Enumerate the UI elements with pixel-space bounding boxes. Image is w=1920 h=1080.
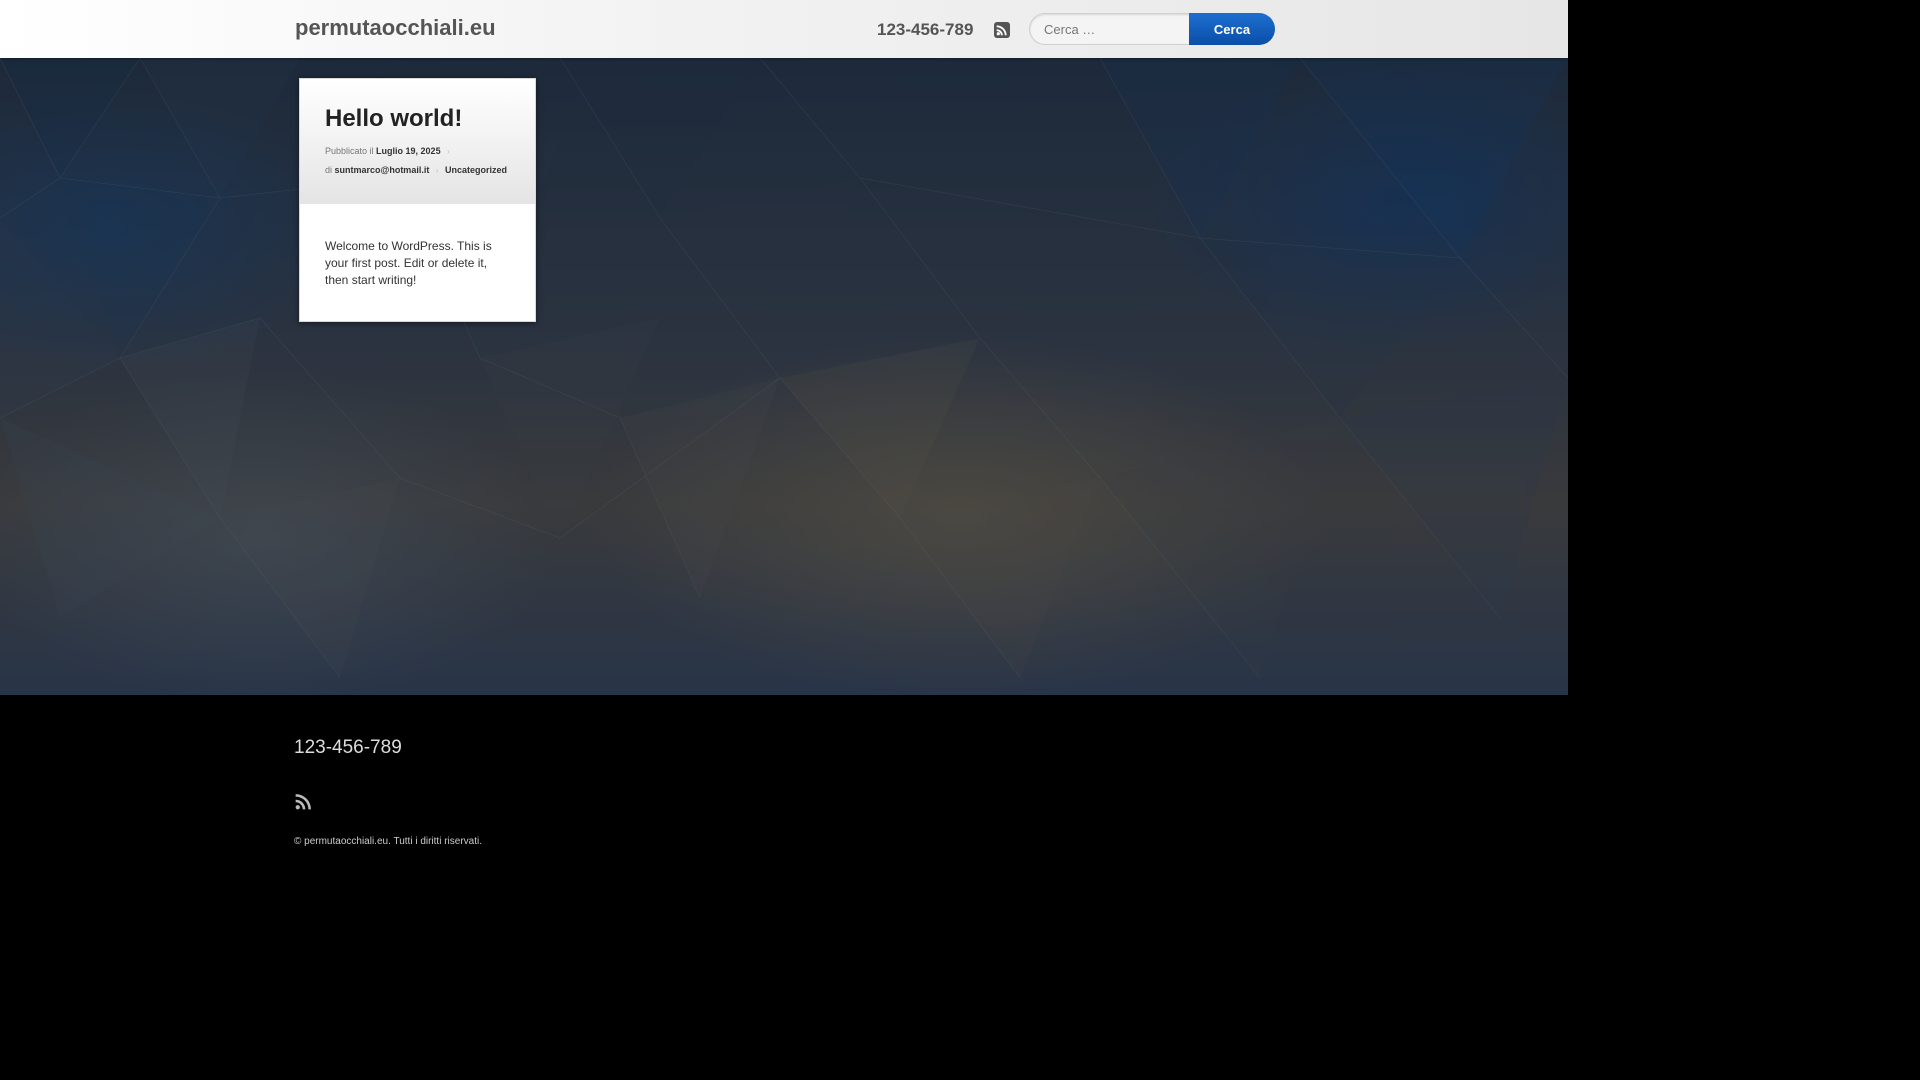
post-meta-author: di suntmarco@hotmail.it › Uncategorized [325,165,507,175]
author-prefix: di [325,165,333,175]
post-header: Hello world! Pubblicato il Luglio 19, 20… [300,79,535,204]
rss-icon[interactable] [295,793,312,810]
site-header: permutaocchiali.eu 123-456-789 Cerca [0,0,1568,58]
search-input[interactable] [1029,13,1190,45]
post-card: Hello world! Pubblicato il Luglio 19, 20… [299,78,536,322]
site-title-link[interactable]: permutaocchiali.eu [295,15,496,41]
main-content-area [0,58,1568,695]
site-footer: 123-456-789 © permutaocchiali.eu. Tutti … [0,695,1568,882]
post-author-link[interactable]: suntmarco@hotmail.it [335,165,430,175]
post-title[interactable]: Hello world! [325,105,462,133]
header-phone: 123-456-789 [877,20,974,39]
post-excerpt: Welcome to WordPress. This is your first… [325,239,492,287]
published-prefix: Pubblicato il [325,146,374,156]
post-meta-date: Pubblicato il Luglio 19, 2025 › [325,146,454,156]
search-button[interactable]: Cerca [1189,13,1275,45]
post-category-link[interactable]: Uncategorized [445,165,507,175]
rss-icon[interactable] [994,22,1010,38]
copyright-text: © permutaocchiali.eu. Tutti i diritti ri… [294,836,482,847]
separator-icon: › [435,166,439,175]
separator-icon: › [447,147,450,156]
post-date-link[interactable]: Luglio 19, 2025 [376,146,441,156]
footer-phone: 123-456-789 [294,737,402,758]
background-texture [0,58,1568,679]
